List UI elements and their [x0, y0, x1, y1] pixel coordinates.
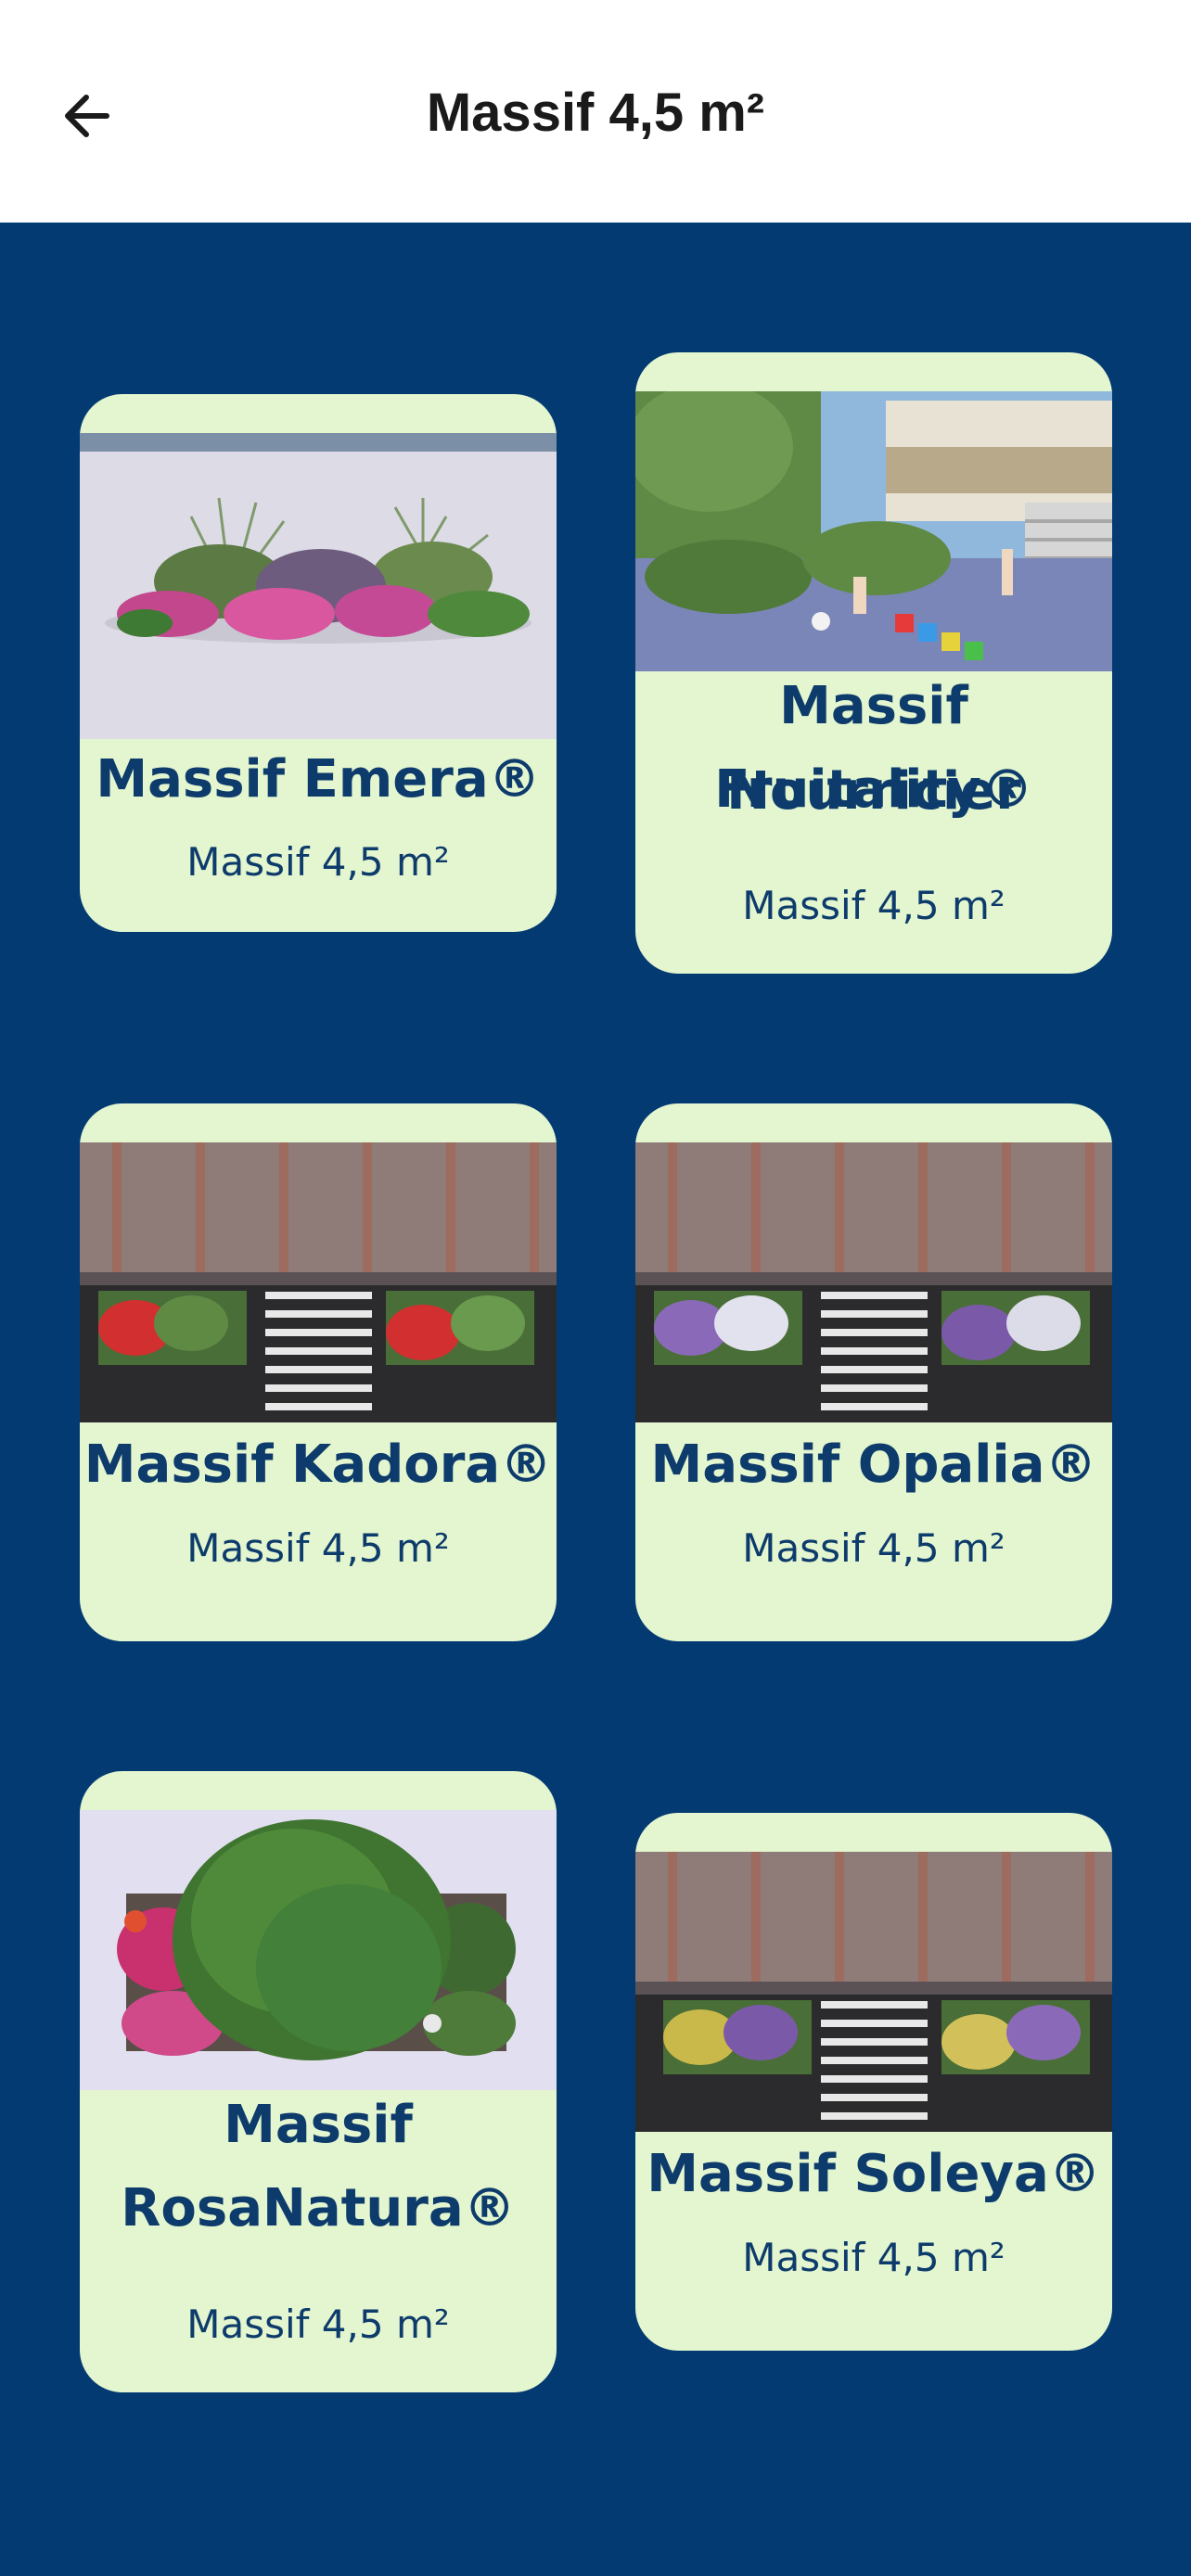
product-subtitle: Massif 4,5 m² [742, 2235, 1005, 2280]
product-subtitle: Massif 4,5 m² [186, 839, 450, 885]
product-image [80, 433, 557, 739]
product-name: Massif Kadora® [83, 1435, 553, 1495]
product-image [635, 1142, 1112, 1422]
product-card-opalia[interactable]: Massif Opalia® Massif 4,5 m² [635, 1103, 1112, 1641]
product-card-rosanatura[interactable]: Massif RosaNatura® Massif 4,5 m² [80, 1771, 557, 2392]
product-card-nourricier-fruitality[interactable]: Massif Nourricier Fruitality® Massif 4,5… [635, 352, 1112, 974]
product-card-emera[interactable]: Massif Emera® Massif 4,5 m² [80, 394, 557, 932]
product-card-kadora[interactable]: Massif Kadora® Massif 4,5 m² [80, 1103, 557, 1641]
product-name-line2: RosaNatura® [121, 2178, 516, 2238]
product-card-soleya[interactable]: Massif Soleya® Massif 4,5 m² [635, 1813, 1112, 2351]
product-name-line2: Fruitality® [714, 759, 1033, 820]
page-title: Massif 4,5 m² [426, 83, 765, 143]
product-image [635, 1852, 1112, 2132]
product-subtitle: Massif 4,5 m² [742, 883, 1005, 928]
product-name: Massif Soleya® [647, 2144, 1101, 2204]
product-name-line1: Massif [224, 2095, 413, 2155]
product-subtitle: Massif 4,5 m² [742, 1525, 1005, 1571]
product-name: Massif Opalia® [650, 1435, 1097, 1495]
product-subtitle: Massif 4,5 m² [186, 1525, 450, 1571]
product-image [80, 1810, 557, 2090]
app-header: Massif 4,5 m² [0, 0, 1191, 223]
product-name: Massif Emera® [96, 749, 541, 810]
product-subtitle: Massif 4,5 m² [186, 2302, 450, 2347]
product-image [635, 391, 1112, 671]
product-image [80, 1142, 557, 1422]
